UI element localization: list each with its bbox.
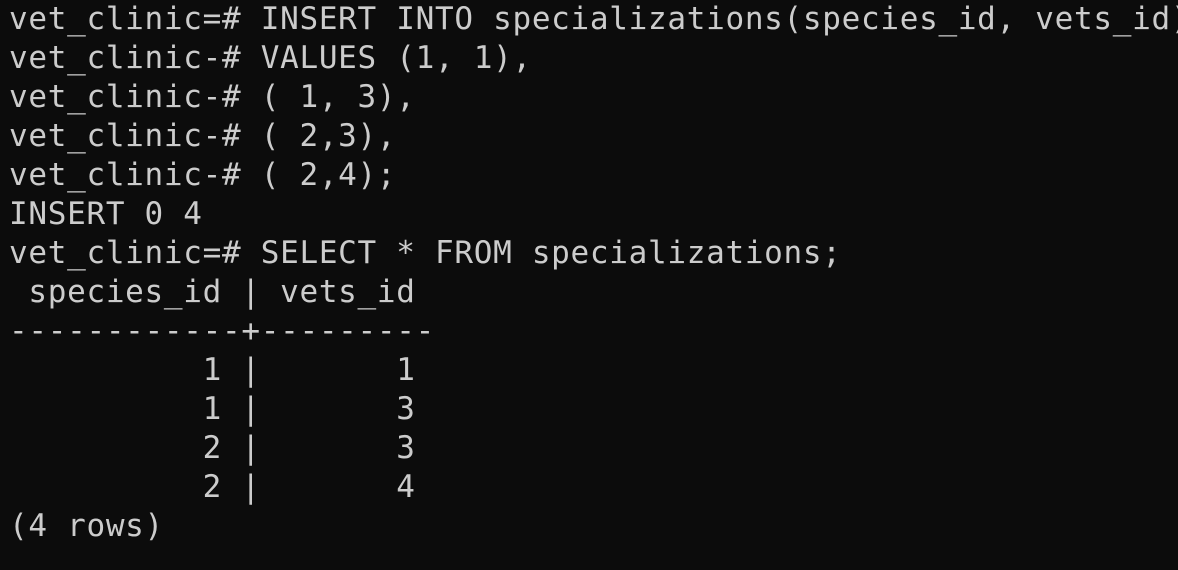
table-row: 1 | 1: [9, 352, 416, 388]
prompt-line-row-4: vet_clinic-# ( 2,4);: [9, 157, 397, 193]
prompt-line-values: vet_clinic-# VALUES (1, 1),: [9, 40, 532, 76]
table-row: 2 | 3: [9, 430, 416, 466]
prompt-line-row-2: vet_clinic-# ( 1, 3),: [9, 79, 416, 115]
insert-result: INSERT 0 4: [9, 196, 203, 232]
prompt-line-row-3: vet_clinic-# ( 2,3),: [9, 118, 397, 154]
prompt-line-select: vet_clinic=# SELECT * FROM specializatio…: [9, 235, 842, 271]
terminal-window[interactable]: vet_clinic=# INSERT INTO specializations…: [0, 0, 1178, 570]
terminal-output: vet_clinic=# INSERT INTO specializations…: [9, 0, 1178, 546]
table-header: species_id | vets_id: [9, 274, 416, 310]
table-row: 1 | 3: [9, 391, 416, 427]
table-separator: ------------+---------: [9, 313, 435, 349]
prompt-line-insert: vet_clinic=# INSERT INTO specializations…: [9, 1, 1178, 37]
table-row: 2 | 4: [9, 469, 416, 505]
row-count: (4 rows): [9, 508, 164, 544]
